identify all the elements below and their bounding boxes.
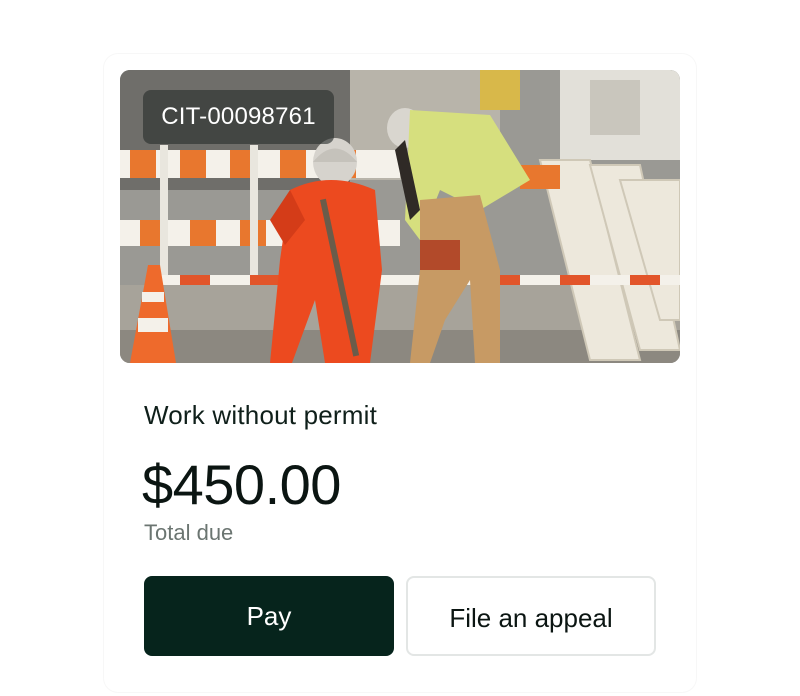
citation-title: Work without permit bbox=[144, 400, 378, 430]
citation-card: CIT-00098761 Work without permit $450.00… bbox=[104, 54, 696, 692]
file-appeal-button[interactable]: File an appeal bbox=[406, 576, 656, 656]
citation-photo: CIT-00098761 bbox=[120, 70, 680, 363]
amount-due: $450.00 bbox=[142, 453, 341, 516]
pay-button[interactable]: Pay bbox=[144, 576, 394, 656]
amount-label: Total due bbox=[144, 520, 234, 545]
citation-id-badge: CIT-00098761 bbox=[143, 90, 334, 144]
